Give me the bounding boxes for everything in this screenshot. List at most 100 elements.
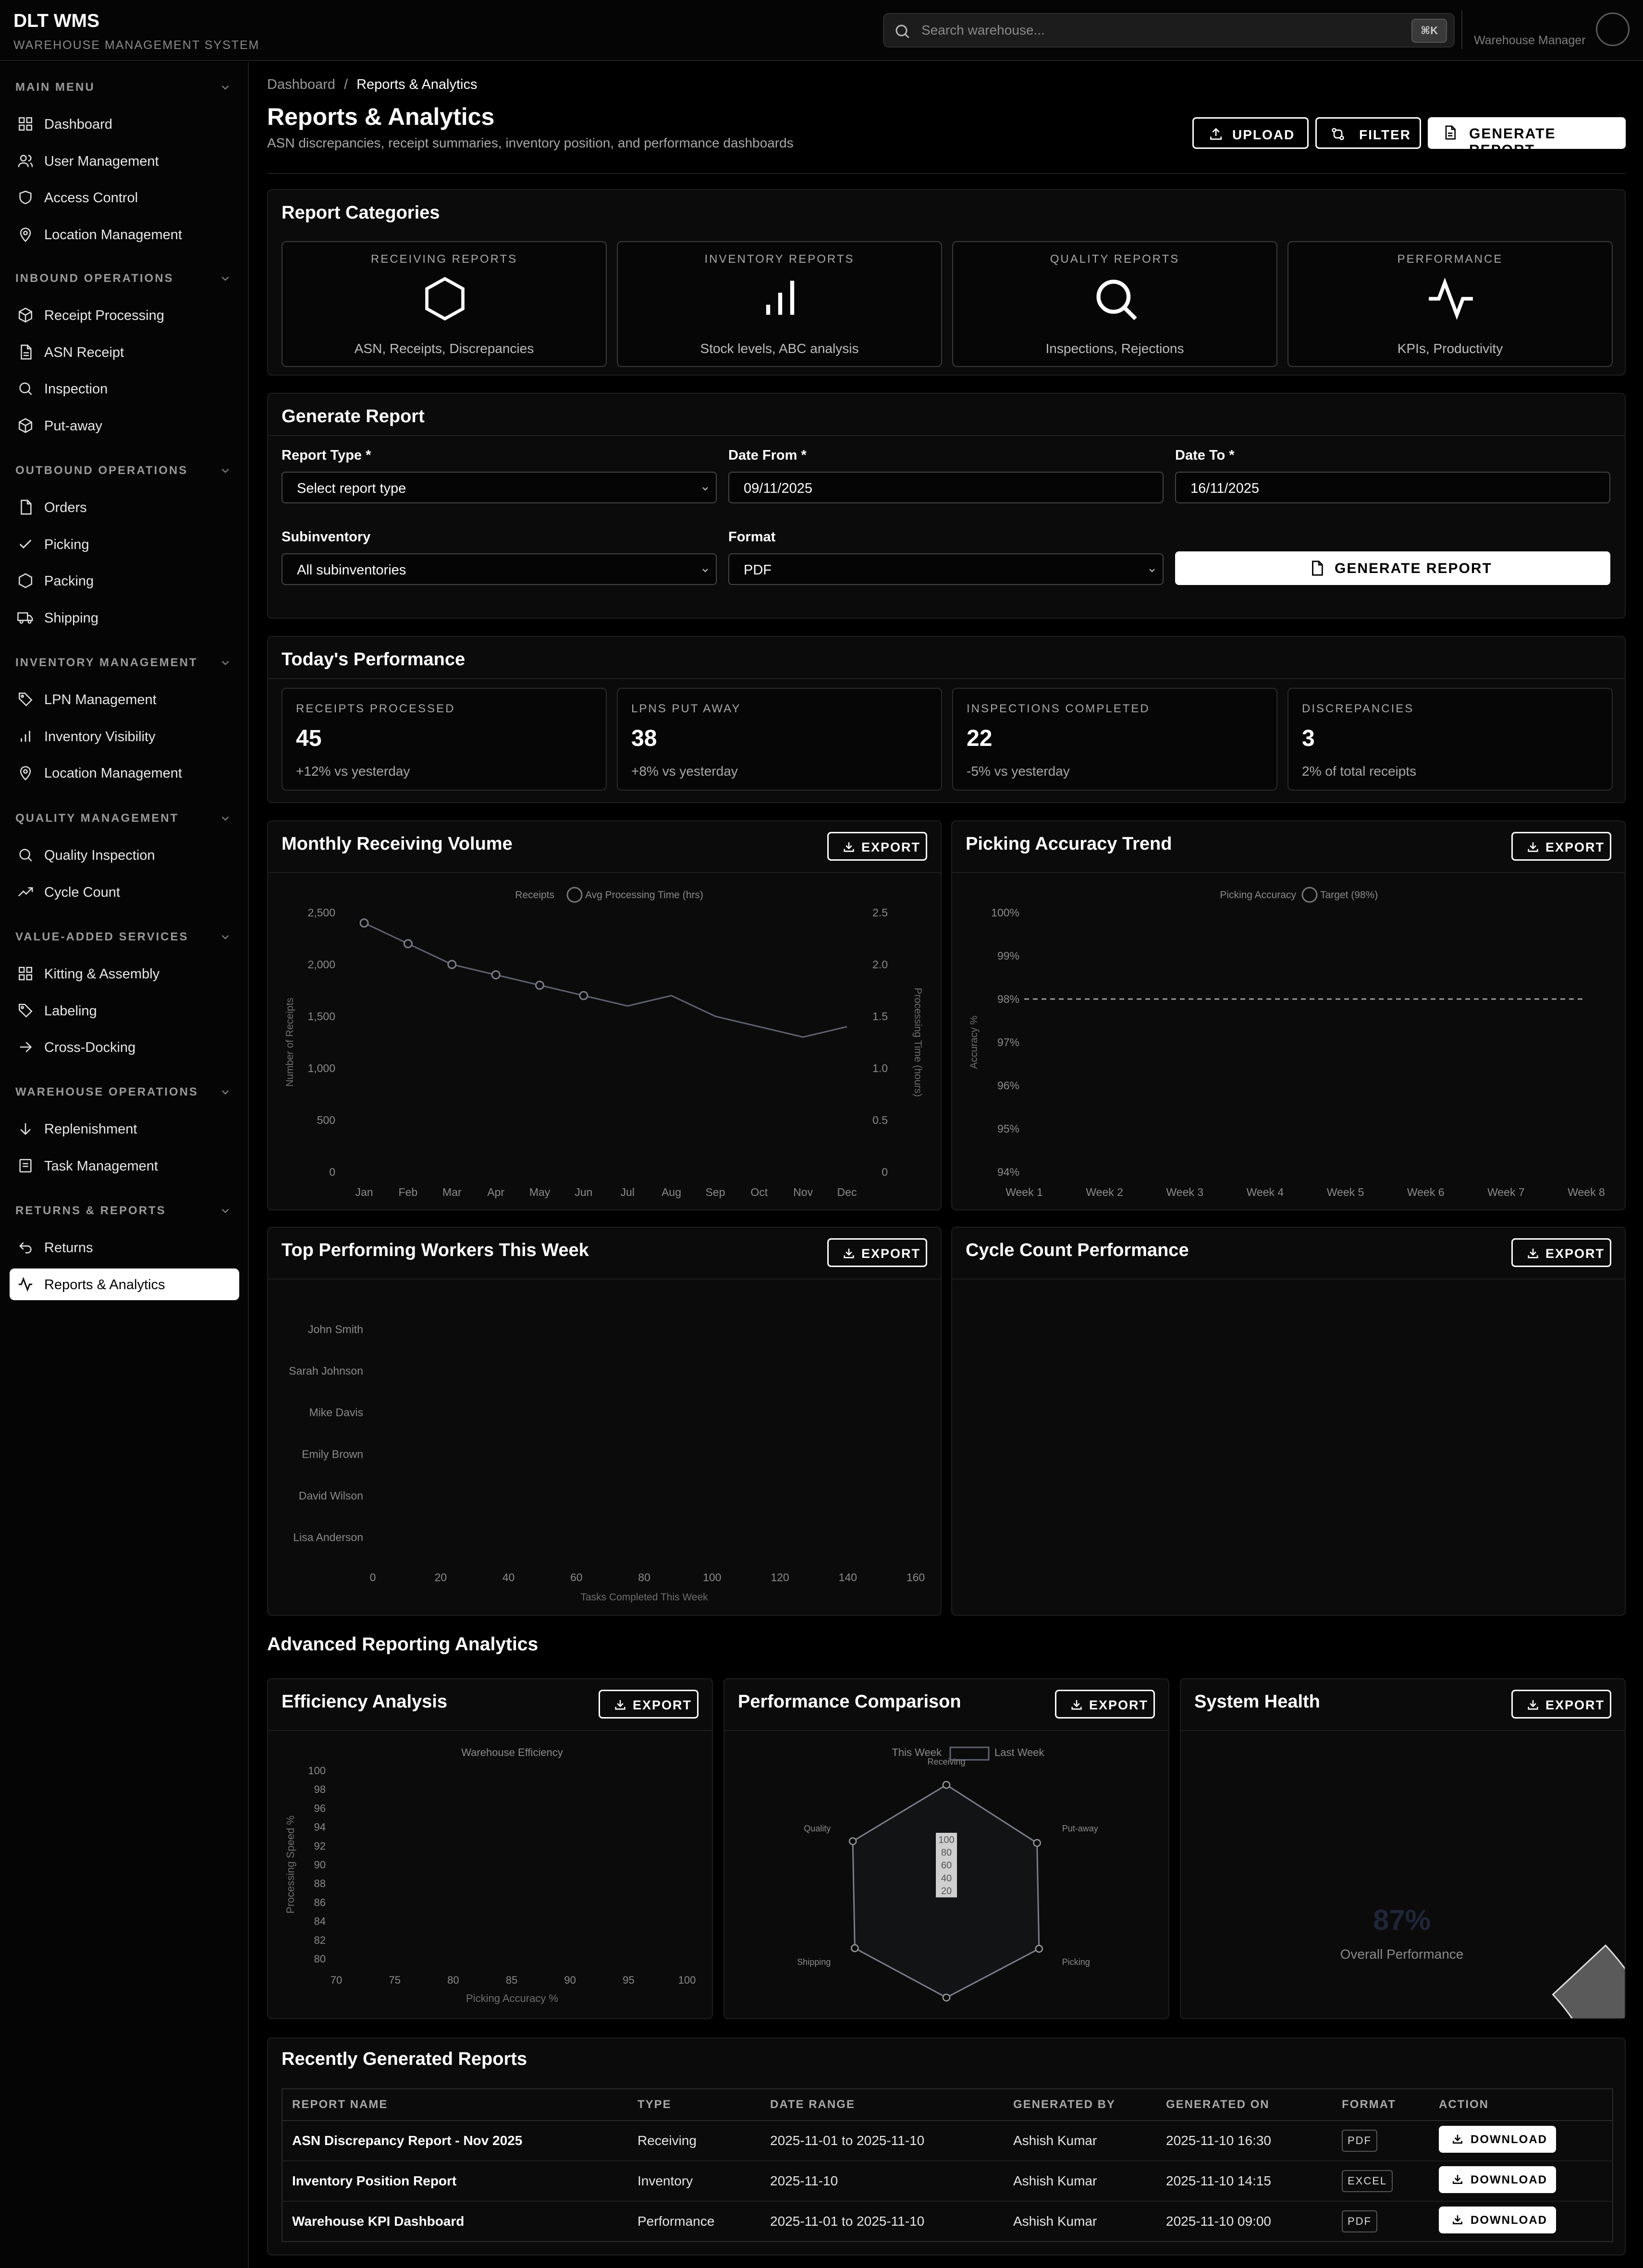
sidebar-item-shipping[interactable]: Shipping: [10, 602, 239, 634]
stat-inspections-completed: INSPECTIONS COMPLETED 22 -5% vs yesterda…: [952, 688, 1277, 791]
sidebar-item-access-control[interactable]: Access Control: [10, 182, 239, 213]
sidebar-item-user-management[interactable]: User Management: [10, 145, 239, 177]
category-quality-reports[interactable]: QUALITY REPORTS Inspections, Rejections: [952, 241, 1277, 367]
section-title: Report Categories: [282, 203, 440, 223]
sidebar-item-lpn-management[interactable]: LPN Management: [10, 683, 239, 715]
download-button[interactable]: DOWNLOAD: [1439, 2125, 1556, 2153]
date-to-field[interactable]: 16/11/2025: [1175, 472, 1610, 503]
sidebar-item-replenishment[interactable]: Replenishment: [10, 1113, 239, 1145]
category-subtitle: ASN, Receipts, Discrepancies: [354, 341, 534, 356]
sidebar-section-warehouse-ops[interactable]: WAREHOUSE OPERATIONS: [15, 1085, 198, 1099]
sidebar-item-cross-docking[interactable]: Cross-Docking: [10, 1031, 239, 1063]
generate-report-button[interactable]: GENERATE REPORT: [1175, 551, 1610, 585]
sidebar-item-put-away[interactable]: Put-away: [10, 410, 239, 441]
export-button[interactable]: EXPORT: [599, 1690, 699, 1719]
chevron-down-icon[interactable]: [219, 931, 232, 943]
upload-button[interactable]: UPLOAD: [1192, 117, 1309, 149]
sidebar-item-location-management-2[interactable]: Location Management: [10, 757, 239, 789]
column-header[interactable]: TYPE: [628, 2089, 760, 2121]
column-header[interactable]: GENERATED ON: [1156, 2089, 1332, 2121]
chevron-down-icon[interactable]: [219, 464, 232, 477]
generate-report-header-button[interactable]: GENERATE REPORT: [1428, 117, 1626, 158]
stat-value: 3: [1302, 726, 1315, 751]
y-tick-label: 92: [314, 1840, 326, 1852]
report-type-select[interactable]: Select report type: [282, 472, 717, 503]
breadcrumb-root[interactable]: Dashboard: [267, 77, 335, 92]
x-tick-label: Week 3: [1166, 1186, 1204, 1198]
y-tick-label: John Smith: [308, 1323, 363, 1335]
page-title: Reports & Analytics: [267, 103, 495, 130]
column-header[interactable]: REPORT NAME: [282, 2089, 628, 2121]
search-input[interactable]: [921, 18, 1354, 43]
sidebar-item-picking[interactable]: Picking: [10, 528, 239, 560]
chevron-down-icon[interactable]: [219, 812, 232, 825]
map-pin-icon: [20, 227, 31, 242]
chevron-down-icon[interactable]: [219, 81, 232, 94]
sidebar-item-receipt-processing[interactable]: Receipt Processing: [10, 299, 239, 331]
sidebar-item-dashboard[interactable]: Dashboard: [10, 108, 239, 140]
sidebar-section-quality[interactable]: QUALITY MANAGEMENT: [15, 812, 179, 825]
date-from-field[interactable]: 09/11/2025: [728, 472, 1164, 503]
filter-button[interactable]: FILTER: [1315, 117, 1421, 149]
y-tick-label: 99%: [997, 950, 1019, 962]
sidebar-item-label: Receipt Processing: [44, 308, 164, 323]
sidebar-item-asn-receipt[interactable]: ASN Receipt: [10, 336, 239, 368]
category-inventory-reports[interactable]: INVENTORY REPORTS Stock levels, ABC anal…: [617, 241, 942, 367]
column-header[interactable]: FORMAT: [1332, 2089, 1429, 2121]
chevron-down-icon[interactable]: [219, 1086, 232, 1098]
export-button[interactable]: EXPORT: [1511, 832, 1611, 861]
sidebar-item-reports-analytics[interactable]: Reports & Analytics: [10, 1268, 239, 1300]
chevron-down-icon[interactable]: [219, 272, 232, 285]
chevron-down-icon[interactable]: [219, 1205, 232, 1217]
column-header[interactable]: GENERATED BY: [1004, 2089, 1156, 2121]
sidebar-item-packing[interactable]: Packing: [10, 565, 239, 597]
gauge-arc: [1552, 1944, 1625, 2018]
date-to-label: Date To *: [1175, 448, 1235, 463]
sidebar-section-inbound[interactable]: INBOUND OPERATIONS: [15, 272, 174, 285]
format-select[interactable]: PDF: [728, 553, 1164, 585]
download-label: DOWNLOAD: [1471, 2213, 1547, 2227]
download-button[interactable]: DOWNLOAD: [1439, 2206, 1556, 2233]
sidebar-item-inspection[interactable]: Inspection: [10, 373, 239, 404]
x-tick-label: 0: [370, 1571, 376, 1584]
category-performance[interactable]: PERFORMANCE KPIs, Productivity: [1287, 241, 1613, 367]
export-button[interactable]: EXPORT: [1055, 1690, 1155, 1719]
sidebar-item-returns[interactable]: Returns: [10, 1232, 239, 1263]
data-point: [851, 1944, 859, 1952]
sidebar-section-value-added[interactable]: VALUE-ADDED SERVICES: [15, 930, 189, 944]
download-button[interactable]: DOWNLOAD: [1439, 2166, 1556, 2193]
report-date-range: 2025-11-10: [760, 2161, 1004, 2202]
subinventory-select[interactable]: All subinventories: [282, 553, 717, 585]
sidebar-item-inventory-visibility[interactable]: Inventory Visibility: [10, 720, 239, 752]
export-button[interactable]: EXPORT: [827, 832, 927, 861]
sidebar-item-location-management[interactable]: Location Management: [10, 219, 239, 250]
export-button[interactable]: EXPORT: [1511, 1238, 1611, 1267]
sidebar-item-kitting[interactable]: Kitting & Assembly: [10, 958, 239, 989]
export-button[interactable]: EXPORT: [827, 1238, 927, 1267]
column-header[interactable]: DATE RANGE: [760, 2089, 1004, 2121]
sidebar-item-label: Cross-Docking: [44, 1040, 136, 1055]
search-icon: [895, 24, 909, 38]
app-title[interactable]: DLT WMS: [13, 11, 99, 32]
x-tick-label: Apr: [487, 1186, 504, 1198]
y2-tick-label: 1.0: [872, 1062, 888, 1074]
export-button[interactable]: EXPORT: [1511, 1690, 1611, 1719]
sidebar-section-main-menu[interactable]: MAIN MENU: [15, 81, 95, 94]
sidebar-item-label: Put-away: [44, 418, 102, 434]
avatar[interactable]: [1596, 12, 1630, 46]
sidebar-section-returns[interactable]: RETURNS & REPORTS: [15, 1204, 166, 1218]
x-tick-label: Jun: [575, 1186, 592, 1198]
sidebar-section-inventory[interactable]: INVENTORY MANAGEMENT: [15, 656, 198, 670]
sidebar-item-quality-inspection[interactable]: Quality Inspection: [10, 839, 239, 871]
chevron-down-icon[interactable]: [219, 657, 232, 669]
sidebar-item-task-management[interactable]: Task Management: [10, 1150, 239, 1182]
sidebar-section-outbound[interactable]: OUTBOUND OPERATIONS: [15, 464, 188, 477]
category-receiving-reports[interactable]: RECEIVING REPORTS ASN, Receipts, Discrep…: [282, 241, 607, 367]
card-divider: [268, 678, 1625, 679]
search-box[interactable]: ⌘K: [883, 13, 1455, 48]
y-tick-label: 100: [308, 1765, 326, 1777]
stat-receipts-processed: RECEIPTS PROCESSED 45 +12% vs yesterday: [282, 688, 607, 791]
sidebar-item-cycle-count[interactable]: Cycle Count: [10, 876, 239, 908]
sidebar-item-labeling[interactable]: Labeling: [10, 995, 239, 1026]
sidebar-item-orders[interactable]: Orders: [10, 491, 239, 523]
